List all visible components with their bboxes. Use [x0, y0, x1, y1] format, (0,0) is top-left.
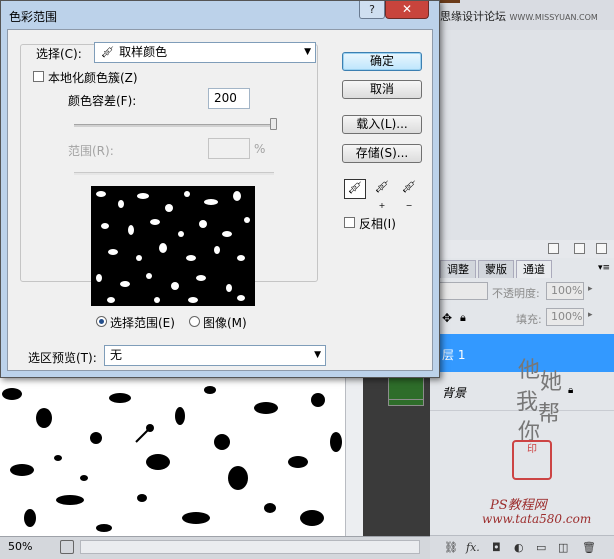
fill-row: ✥ 🔒︎ 填充: 100% ▸ — [430, 308, 614, 330]
color-range-dialog: 色彩范围 ? ✕ 选择(C): 💉︎ 取样颜色 ▼ 本地化颜色簇(Z) 颜色容差… — [0, 0, 440, 378]
menu-accent-strip — [440, 0, 460, 3]
blend-mode-select[interactable] — [434, 282, 488, 300]
watermark-url: www.tata580.com — [482, 512, 592, 526]
new-layer-icon[interactable]: ◫ — [558, 541, 568, 554]
fx-icon[interactable]: fx. — [466, 541, 480, 554]
tab-channels[interactable]: 通道 — [516, 260, 552, 278]
panel-menu-icon[interactable]: ▾≡ — [598, 263, 610, 273]
selection-preview-select[interactable]: 无 ▼ — [104, 345, 326, 366]
range-slider-track — [74, 172, 274, 175]
history-panel — [440, 30, 614, 245]
move-lock-icon[interactable]: ✥ — [442, 311, 452, 325]
select-value: 取样颜色 — [119, 45, 168, 59]
all-lock-icon[interactable]: 🔒︎ — [460, 311, 466, 325]
fuzziness-input[interactable]: 200 — [208, 88, 250, 109]
selection-preview-value: 无 — [110, 348, 123, 362]
document-canvas[interactable] — [0, 378, 362, 536]
seal-stamp: 印 — [512, 440, 552, 480]
eyedropper-minus-icon[interactable]: 💉︎− — [398, 179, 420, 210]
status-bar: 50% — [0, 536, 430, 559]
trash-icon[interactable] — [596, 243, 607, 254]
layer-name[interactable]: 背景 — [442, 384, 466, 401]
eyedropper-cursor-icon — [135, 427, 151, 443]
eyedropper-icon: 💉︎ — [100, 45, 116, 59]
selection-radio-label[interactable]: 选择范围(E) — [110, 314, 175, 331]
opacity-label: 不透明度: — [492, 287, 540, 300]
fill-input[interactable]: 100% — [546, 308, 584, 326]
selection-radio[interactable] — [96, 316, 107, 327]
selection-preview-image — [91, 186, 255, 306]
close-button[interactable]: ✕ — [385, 1, 429, 19]
history-panel-footer — [440, 240, 614, 258]
image-radio[interactable] — [189, 316, 200, 327]
delete-layer-icon[interactable]: 🗑︎ — [582, 541, 596, 554]
image-radio-label[interactable]: 图像(M) — [203, 314, 247, 331]
localized-color-clusters-checkbox[interactable] — [33, 71, 44, 82]
help-button[interactable]: ? — [359, 1, 385, 19]
tab-adjustments[interactable]: 调整 — [440, 260, 476, 278]
fuzziness-slider-track[interactable] — [74, 124, 274, 127]
layer-name[interactable]: 层 1 — [442, 346, 465, 363]
load-button[interactable]: 载入(L)... — [342, 115, 422, 134]
status-info-icon[interactable] — [60, 540, 74, 554]
invert-checkbox[interactable] — [344, 217, 355, 228]
select-dropdown[interactable]: 💉︎ 取样颜色 ▼ — [94, 42, 316, 63]
watermark-title: PS教程网 — [490, 498, 547, 513]
layers-panel-footer: ⛓ fx. ◘ ◐ ▭ ◫ 🗑︎ — [430, 535, 614, 559]
localized-color-clusters-label[interactable]: 本地化颜色簇(Z) — [48, 69, 138, 86]
preview-mask — [96, 191, 250, 303]
chevron-down-icon: ▼ — [314, 350, 321, 360]
canvas-vertical-scrollbar[interactable] — [345, 378, 363, 536]
fill-dropdown-icon[interactable]: ▸ — [588, 310, 593, 320]
new-group-icon[interactable]: ▭ — [536, 541, 546, 554]
range-input — [208, 138, 250, 159]
adjustment-layer-icon[interactable]: ◐ — [514, 541, 524, 554]
save-button[interactable]: 存储(S)... — [342, 144, 422, 163]
calligraphy-char: 帮 — [538, 402, 561, 427]
tab-masks[interactable]: 蒙版 — [478, 260, 514, 278]
calligraphy-char: 她 — [540, 370, 563, 395]
new-snapshot-icon[interactable] — [574, 243, 585, 254]
dialog-title: 色彩范围 — [9, 10, 58, 24]
select-label: 选择(C): — [36, 47, 82, 61]
site-banner: 思缘设计论坛 WWW.MISSYUAN.COM — [440, 8, 598, 24]
zoom-level[interactable]: 50% — [8, 540, 32, 553]
range-label: 范围(R): — [68, 144, 114, 158]
dialog-title-bar[interactable]: 色彩范围 ? ✕ — [1, 1, 439, 29]
calligraphy-char: 他 — [518, 358, 541, 383]
opacity-row: 不透明度: 100% ▸ — [430, 282, 614, 304]
opacity-dropdown-icon[interactable]: ▸ — [588, 284, 593, 294]
selection-preview-label: 选区预览(T): — [28, 351, 97, 365]
site-title: 思缘设计论坛 — [440, 10, 506, 23]
canvas-horizontal-scrollbar[interactable] — [80, 540, 420, 554]
fuzziness-slider-thumb[interactable] — [270, 118, 277, 130]
fuzziness-label: 颜色容差(F): — [68, 94, 137, 108]
eyedropper-icon[interactable]: 💉︎ — [344, 179, 366, 199]
link-layers-icon[interactable]: ⛓ — [444, 541, 458, 554]
canvas-image — [2, 386, 342, 532]
lock-icon: 🔒︎ — [568, 385, 574, 396]
panel-tabs: 调整 蒙版 通道 — [440, 260, 554, 278]
new-document-icon[interactable] — [548, 243, 559, 254]
site-url: WWW.MISSYUAN.COM — [509, 13, 598, 22]
range-unit: % — [254, 142, 266, 156]
invert-label[interactable]: 反相(I) — [359, 215, 396, 232]
chevron-down-icon: ▼ — [304, 47, 311, 57]
fill-label: 填充: — [516, 313, 542, 326]
ok-button[interactable]: 确定 — [342, 52, 422, 71]
calligraphy-char: 我 — [516, 390, 539, 415]
cancel-button[interactable]: 取消 — [342, 80, 422, 99]
add-mask-icon[interactable]: ◘ — [492, 541, 501, 554]
dialog-body: 选择(C): 💉︎ 取样颜色 ▼ 本地化颜色簇(Z) 颜色容差(F): 200 … — [7, 29, 433, 371]
eyedropper-plus-icon[interactable]: 💉︎+ — [371, 179, 393, 210]
opacity-input[interactable]: 100% — [546, 282, 584, 300]
